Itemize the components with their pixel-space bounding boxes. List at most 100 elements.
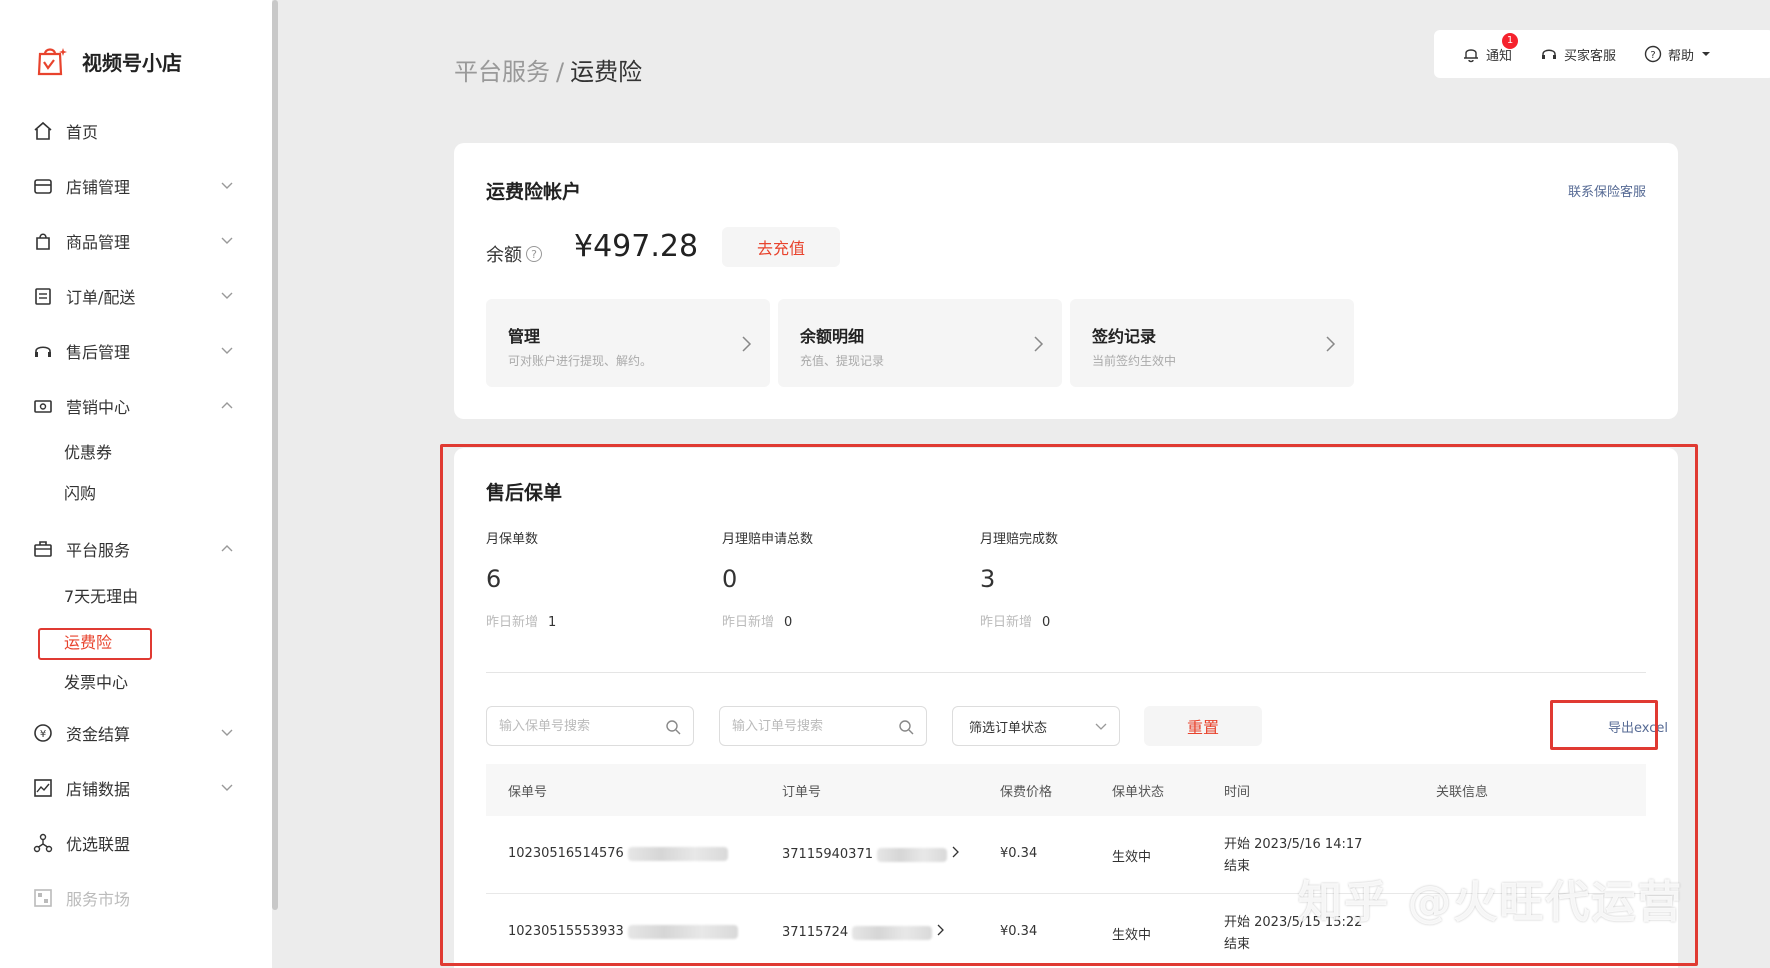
cell-order-no[interactable]: 37115940371 xyxy=(782,846,960,862)
sidebar: 视频号小店 首页 店铺管理 商品管理 订单/配送 售后管理 营销中心 优惠券 闪… xyxy=(0,0,272,968)
order-no-text: 37115940371 xyxy=(782,847,873,862)
sidebar-subitem-coupon[interactable]: 优惠券 xyxy=(64,440,112,466)
recharge-button[interactable]: 去充值 xyxy=(722,227,840,267)
notify-badge: 1 xyxy=(1502,32,1518,49)
sidebar-item-marketing[interactable]: 营销中心 xyxy=(32,391,242,421)
stat-yesterday: 昨日新增 0 xyxy=(722,611,813,630)
bag-icon xyxy=(32,230,54,252)
sidebar-subitem-flash-sale[interactable]: 闪购 xyxy=(64,481,96,507)
buyer-support-button[interactable]: 买家客服 xyxy=(1540,45,1616,64)
sidebar-item-settlement[interactable]: ¥ 资金结算 xyxy=(32,718,242,748)
order-status-select-value: 筛选订单状态 xyxy=(969,720,1048,736)
balance-label: 余额 ? xyxy=(486,241,542,267)
order-no-text: 37115724 xyxy=(782,925,849,940)
order-search-input[interactable] xyxy=(732,716,892,736)
balance-detail-title: 余额明细 xyxy=(800,327,865,346)
sidebar-item-store-data[interactable]: 店铺数据 xyxy=(32,773,242,803)
svg-text:¥: ¥ xyxy=(40,729,46,740)
cell-policy-no: 10230515553933 xyxy=(508,924,738,939)
balance-detail-card[interactable]: 余额明细 充值、提现记录 xyxy=(778,299,1062,387)
sidebar-item-store[interactable]: 店铺管理 xyxy=(32,171,242,201)
sidebar-item-label: 售后管理 xyxy=(66,343,131,362)
redacted-mask xyxy=(852,925,933,940)
yen-icon: ¥ xyxy=(32,722,54,744)
sidebar-item-home[interactable]: 首页 xyxy=(32,116,242,146)
stat-yesterday: 昨日新增 1 xyxy=(486,611,556,630)
sidebar-item-platform-services[interactable]: 平台服务 xyxy=(32,534,242,564)
stat-yesterday-label: 昨日新增 xyxy=(722,615,775,630)
cell-price: ¥0.34 xyxy=(1000,846,1038,861)
time-start: 开始 2023/5/16 14:17 xyxy=(1224,837,1363,852)
sidebar-subitem-7day-return[interactable]: 7天无理由 xyxy=(64,584,138,610)
sidebar-item-label: 营销中心 xyxy=(66,398,131,417)
stat-yesterday-value: 0 xyxy=(784,615,793,630)
question-icon[interactable]: ? xyxy=(526,246,542,262)
sidebar-item-label: 商品管理 xyxy=(66,233,131,252)
stat-yesterday-label: 昨日新增 xyxy=(486,615,539,630)
chevron-right-icon xyxy=(1034,336,1044,352)
sidebar-item-label: 店铺数据 xyxy=(66,780,131,799)
sidebar-item-alliance[interactable]: 优选联盟 xyxy=(32,828,242,858)
policy-search-field[interactable] xyxy=(486,706,694,746)
contact-insurance-support-link[interactable]: 联系保险客服 xyxy=(1568,181,1646,200)
stat-label: 月理赔申请总数 xyxy=(722,532,814,547)
contract-record-card[interactable]: 签约记录 当前签约生效中 xyxy=(1070,299,1354,387)
policy-search-input[interactable] xyxy=(499,716,659,736)
chevron-down-icon xyxy=(221,347,233,354)
stat-yesterday: 昨日新增 0 xyxy=(980,611,1058,630)
chevron-up-icon xyxy=(221,545,233,552)
chevron-right-icon xyxy=(937,924,945,936)
order-status-select[interactable]: 筛选订单状态 xyxy=(952,706,1120,746)
balance-value: ¥497.28 xyxy=(574,229,699,264)
order-icon xyxy=(32,285,54,307)
search-icon[interactable] xyxy=(665,719,681,735)
insurance-account-card: 运费险帐户 联系保险客服 余额 ? ¥497.28 去充值 管理 可对账户进行提… xyxy=(454,143,1678,419)
manage-card[interactable]: 管理 可对账户进行提现、解约。 xyxy=(486,299,770,387)
cell-status: 生效中 xyxy=(1112,928,1152,943)
help-button[interactable]: ? 帮助 xyxy=(1644,45,1718,64)
chevron-right-icon xyxy=(952,846,960,858)
stat-yesterday-label: 昨日新增 xyxy=(980,615,1033,630)
account-title: 运费险帐户 xyxy=(486,181,582,203)
search-icon[interactable] xyxy=(898,719,914,735)
stat-label: 月理赔完成数 xyxy=(980,532,1059,547)
reset-button[interactable]: 重置 xyxy=(1144,706,1262,746)
sidebar-scrollbar[interactable] xyxy=(272,0,278,910)
sidebar-subitem-invoice-center[interactable]: 发票中心 xyxy=(64,670,128,696)
stat-value: 3 xyxy=(980,565,996,593)
sidebar-item-orders[interactable]: 订单/配送 xyxy=(32,281,242,311)
manage-card-desc: 可对账户进行提现、解约。 xyxy=(508,354,653,368)
notify-button[interactable]: 通知 1 xyxy=(1462,32,1518,64)
stat-value: 6 xyxy=(486,565,502,593)
col-time: 时间 xyxy=(1224,785,1251,800)
export-excel-button[interactable]: 导出excel xyxy=(1590,706,1686,746)
home-icon xyxy=(32,120,54,142)
sidebar-item-label: 订单/配送 xyxy=(66,288,136,307)
cell-time: 开始 2023/5/16 14:17 结束 xyxy=(1224,834,1362,878)
stat-yesterday-value: 1 xyxy=(548,615,557,630)
app-logo[interactable]: 视频号小店 xyxy=(34,44,182,78)
sidebar-item-label: 资金结算 xyxy=(66,725,131,744)
time-end: 结束 xyxy=(1224,937,1251,952)
policy-no-text: 10230515553933 xyxy=(508,924,624,939)
sidebar-item-service-market[interactable]: 服务市场 xyxy=(32,883,242,913)
order-search-field[interactable] xyxy=(719,706,927,746)
cell-time: 开始 2023/5/15 15:22 结束 xyxy=(1224,912,1362,956)
redacted-mask xyxy=(627,924,738,939)
chevron-down-icon xyxy=(221,292,233,299)
cell-order-no[interactable]: 37115724 xyxy=(782,924,945,940)
contract-record-title: 签约记录 xyxy=(1092,327,1157,346)
bell-icon xyxy=(1464,49,1478,63)
chevron-down-icon xyxy=(1095,723,1107,730)
chevron-up-icon xyxy=(221,402,233,409)
page-title: 运费险 xyxy=(570,58,643,86)
briefcase-icon xyxy=(32,538,54,560)
sidebar-item-aftersales[interactable]: 售后管理 xyxy=(32,336,242,366)
breadcrumb-parent[interactable]: 平台服务 xyxy=(454,58,550,86)
chevron-down-icon xyxy=(221,784,233,791)
divider xyxy=(486,672,1646,673)
chevron-right-icon xyxy=(742,336,752,352)
sidebar-item-label: 首页 xyxy=(66,123,99,142)
balance-detail-desc: 充值、提现记录 xyxy=(800,354,885,368)
sidebar-item-products[interactable]: 商品管理 xyxy=(32,226,242,256)
